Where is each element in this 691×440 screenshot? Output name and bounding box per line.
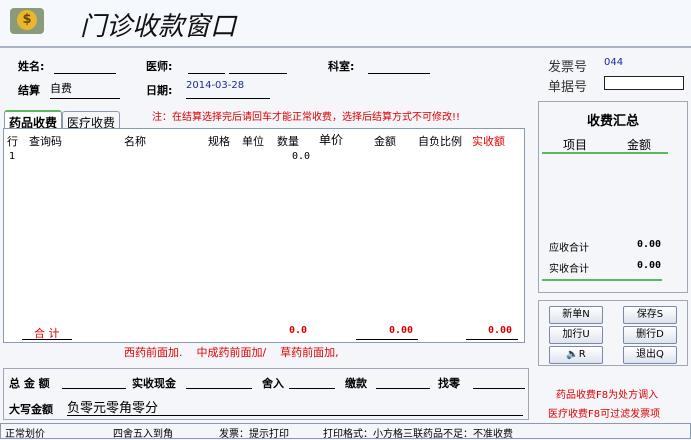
col-ratio: 自负比例 xyxy=(418,135,462,148)
received-label: 实收合计 xyxy=(549,264,589,275)
upper-amount-value: 负零元零角零分 xyxy=(67,397,523,416)
save-button[interactable]: 保存S xyxy=(623,306,677,324)
round-label: 舍入 xyxy=(262,377,284,390)
input-hint: 西药前面加. 中成药前面加/ 草药前面加, xyxy=(124,346,339,359)
status-rounding: 四舍五入到角 xyxy=(113,429,173,440)
divider xyxy=(22,339,72,340)
receivable-value: 0.00 xyxy=(637,239,662,250)
name-label: 姓名: xyxy=(18,60,45,73)
divider xyxy=(466,339,518,340)
receipt-label: 单据号 xyxy=(548,80,588,95)
upper-amount-label: 大写金额 xyxy=(9,403,53,416)
total-received: 0.00 xyxy=(488,325,513,336)
charge-table[interactable]: 行 查询码 名称 规格 单位 数量 单价 金额 自负比例 实收额 1 0.0 合… xyxy=(3,128,525,343)
pay-label: 缴款 xyxy=(345,377,367,390)
col-amount: 金额 xyxy=(374,135,396,148)
row-number: 1 xyxy=(9,151,16,162)
round-input[interactable] xyxy=(289,375,335,389)
tip-drug: 药品收费F8为处方调入 xyxy=(556,390,659,401)
col-name: 名称 xyxy=(124,135,146,148)
summary-col-item: 项目 xyxy=(563,138,588,152)
total-amount-input[interactable] xyxy=(62,375,126,389)
col-unit: 单位 xyxy=(242,135,264,148)
dept-input[interactable] xyxy=(368,60,430,74)
add-row-button[interactable]: 加行U xyxy=(549,326,603,344)
delete-row-button[interactable]: 删行D xyxy=(623,326,677,344)
speaker-icon: 🔈 xyxy=(566,349,579,360)
sound-button-label: R xyxy=(578,349,586,360)
date-label: 日期: xyxy=(146,84,173,97)
date-value: 2014-03-28 xyxy=(186,80,245,91)
col-row: 行 xyxy=(7,135,18,148)
notice-text: 注：在结算选择完后请回车才能正常收费，选择后结算方式不可修改!! xyxy=(152,112,461,123)
total-amount-label: 总 金 额 xyxy=(9,377,50,390)
cash-input[interactable] xyxy=(186,375,252,389)
status-invoice: 发票：提示打印 xyxy=(219,429,289,440)
col-received: 实收额 xyxy=(472,135,505,148)
new-button[interactable]: 新单N xyxy=(549,306,603,324)
dept-label: 科室: xyxy=(328,60,355,73)
change-input[interactable] xyxy=(473,375,525,389)
title-bar: $ 门诊收款窗口 xyxy=(0,0,691,48)
settle-label: 结算 xyxy=(18,84,40,97)
total-qty: 0.0 xyxy=(289,325,308,336)
window-title: 门诊收款窗口 xyxy=(80,12,237,42)
doctor-label: 医师: xyxy=(146,60,173,73)
invoice-input[interactable]: 044 xyxy=(604,57,684,72)
receivable-label: 应收合计 xyxy=(549,243,589,254)
summary-panel: 收费汇总 项目 金额 应收合计 0.00 实收合计 0.00 xyxy=(538,101,688,293)
status-print-format: 打印格式：小方格三联药品不足：不准收费 xyxy=(323,429,513,440)
doctor-name-input[interactable] xyxy=(229,60,287,74)
divider xyxy=(542,152,668,154)
status-bar: 正常划价 四舍五入到角 发票：提示打印 打印格式：小方格三联药品不足：不准收费 xyxy=(0,423,691,440)
date-input[interactable]: 2014-03-28 xyxy=(186,80,270,99)
col-price: 单价 xyxy=(319,133,344,147)
total-amount: 0.00 xyxy=(389,325,414,336)
name-input[interactable] xyxy=(54,60,116,74)
pay-input[interactable] xyxy=(376,375,430,389)
table-row[interactable]: 1 0.0 xyxy=(4,149,524,165)
exit-button[interactable]: 退出Q xyxy=(623,346,677,364)
summary-title: 收费汇总 xyxy=(586,114,639,129)
summary-col-amount: 金额 xyxy=(627,138,652,152)
status-pricing: 正常划价 xyxy=(5,429,45,440)
tip-medical: 医疗收费F8可过滤发票项 xyxy=(548,409,661,420)
invoice-label: 发票号 xyxy=(548,60,588,75)
doctor-code-input[interactable] xyxy=(188,60,225,74)
cash-label: 实收现金 xyxy=(132,377,176,390)
settle-value: 自费 xyxy=(50,82,72,95)
invoice-value: 044 xyxy=(604,57,624,68)
change-label: 找零 xyxy=(438,377,460,390)
col-query-code: 查询码 xyxy=(29,135,62,148)
col-qty: 数量 xyxy=(277,135,299,148)
money-bag-icon: $ xyxy=(10,8,44,34)
settle-select[interactable]: 自费 xyxy=(50,80,120,99)
payment-panel: 总 金 额 实收现金 舍入 缴款 找零 大写金额 负零元零角零分 xyxy=(3,368,529,420)
receipt-input[interactable] xyxy=(604,76,684,90)
button-panel: 新单N 保存S 加行U 删行D 🔈R 退出Q xyxy=(538,300,688,366)
divider xyxy=(542,279,662,281)
received-value: 0.00 xyxy=(637,260,662,271)
col-spec: 规格 xyxy=(208,135,230,148)
row-qty: 0.0 xyxy=(292,151,311,162)
sound-button[interactable]: 🔈R xyxy=(549,346,603,364)
divider xyxy=(356,339,418,340)
